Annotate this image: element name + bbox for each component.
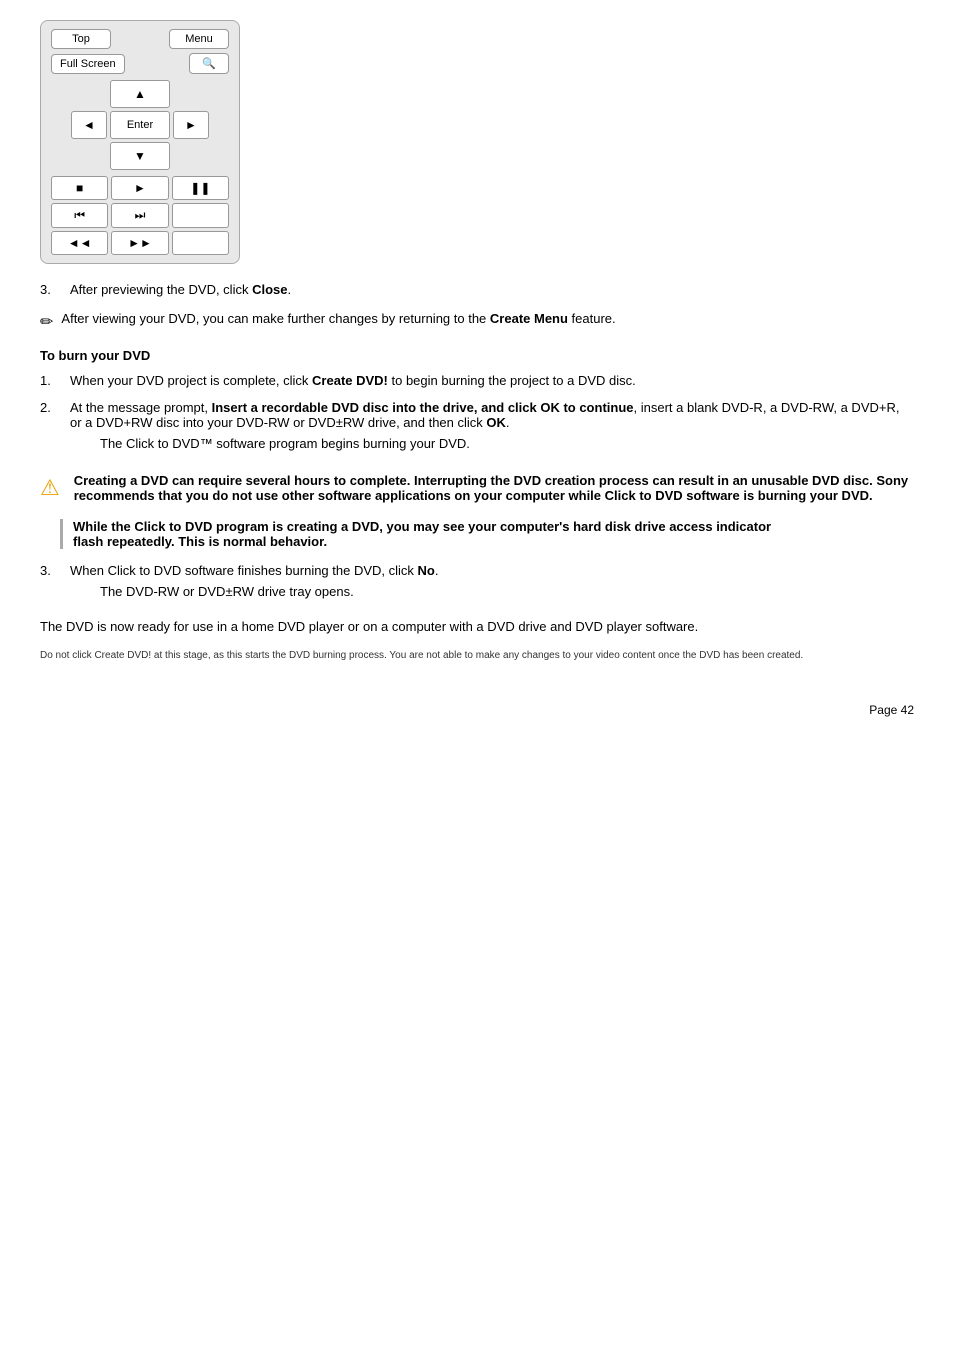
- burn-step-2-number: 2.: [40, 400, 70, 457]
- remote-transport: ■ ► ❚❚ ⏮ ⏭ ◄◄ ►►: [51, 176, 229, 255]
- remote-widget: Top Menu Full Screen 🔍 ▲ ◄ Enter ► ▼ ■ ►…: [40, 20, 914, 264]
- burn-step-2-content: At the message prompt, Insert a recordab…: [70, 400, 914, 457]
- click-dvd-note: The Click to DVD™ software program begin…: [100, 436, 914, 451]
- next-chapter-button[interactable]: ⏭: [111, 203, 168, 228]
- burn-step-3-content: When Click to DVD software finishes burn…: [70, 563, 914, 605]
- step-3-number: 3.: [40, 282, 70, 297]
- info-line1: While the Click to DVD program is creati…: [73, 519, 771, 534]
- warning-icon: ⚠: [40, 475, 60, 501]
- info-box: While the Click to DVD program is creati…: [60, 519, 914, 549]
- remote-top-row: Top Menu: [51, 29, 229, 49]
- remote-fullscreen-row: Full Screen 🔍: [51, 53, 229, 74]
- step-3-item: 3. After previewing the DVD, click Close…: [40, 282, 914, 297]
- small-disclaimer: Do not click Create DVD! at this stage, …: [40, 648, 914, 663]
- tray-note: The DVD-RW or DVD±RW drive tray opens.: [100, 584, 914, 599]
- burn-step-1-content: When your DVD project is complete, click…: [70, 373, 914, 388]
- ffwd-button[interactable]: ►►: [111, 231, 168, 255]
- burn-dvd-heading: To burn your DVD: [40, 348, 914, 363]
- rewind-button[interactable]: ◄◄: [51, 231, 108, 255]
- nav-up-button[interactable]: ▲: [110, 80, 170, 108]
- fullscreen-icon-button[interactable]: 🔍: [189, 53, 229, 74]
- burn-step-1-number: 1.: [40, 373, 70, 388]
- warning-box: ⚠ Creating a DVD can require several hou…: [40, 473, 914, 503]
- note-after-viewing-text: After viewing your DVD, you can make fur…: [61, 311, 615, 326]
- nav-right-button[interactable]: ►: [173, 111, 209, 139]
- burn-step-2: 2. At the message prompt, Insert a recor…: [40, 400, 914, 457]
- info-line2: flash repeatedly. This is normal behavio…: [73, 534, 327, 549]
- burn-step-3-number: 3.: [40, 563, 70, 605]
- final-note: The DVD is now ready for use in a home D…: [40, 619, 914, 634]
- remote-nav: ▲ ◄ Enter ► ▼: [51, 80, 229, 170]
- burn-step-1: 1. When your DVD project is complete, cl…: [40, 373, 914, 388]
- prev-chapter-button[interactable]: ⏮: [51, 203, 108, 228]
- step-3-bold: Close: [252, 282, 287, 297]
- fullscreen-button[interactable]: Full Screen: [51, 54, 125, 74]
- placeholder-button2: [172, 231, 229, 255]
- nav-enter-button[interactable]: Enter: [110, 111, 170, 139]
- play-button[interactable]: ►: [111, 176, 168, 200]
- burn-step-3: 3. When Click to DVD software finishes b…: [40, 563, 914, 605]
- nav-left-button[interactable]: ◄: [71, 111, 107, 139]
- nav-down-button[interactable]: ▼: [110, 142, 170, 170]
- dvd-remote: Top Menu Full Screen 🔍 ▲ ◄ Enter ► ▼ ■ ►…: [40, 20, 240, 264]
- note-after-viewing: ✏ After viewing your DVD, you can make f…: [40, 311, 914, 332]
- step-3-text: After previewing the DVD, click: [70, 282, 252, 297]
- pencil-icon: ✏: [40, 312, 53, 332]
- warning-text: Creating a DVD can require several hours…: [74, 473, 914, 503]
- placeholder-button: [172, 203, 229, 228]
- menu-button[interactable]: Menu: [169, 29, 229, 49]
- step-3-content: After previewing the DVD, click Close.: [70, 282, 914, 297]
- stop-button[interactable]: ■: [51, 176, 108, 200]
- pause-button[interactable]: ❚❚: [172, 176, 229, 200]
- top-button[interactable]: Top: [51, 29, 111, 49]
- step-3-end: .: [287, 282, 291, 297]
- page-number: Page 42: [40, 703, 914, 717]
